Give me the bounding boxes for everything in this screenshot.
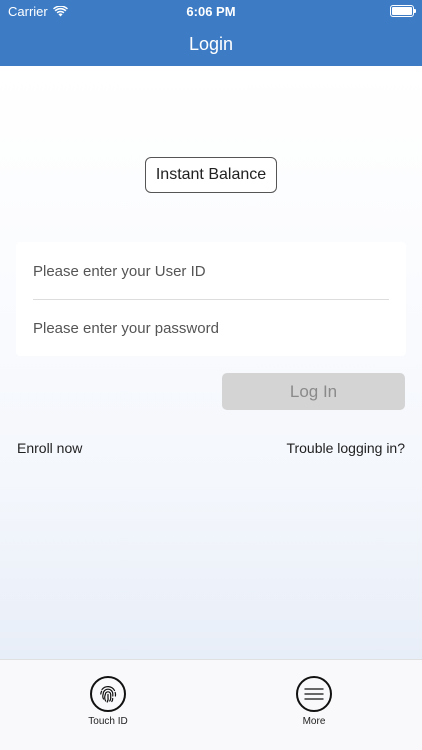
tab-more[interactable]: More [274,676,354,727]
form-divider [33,299,389,300]
tab-more-label: More [302,716,326,727]
login-button[interactable]: Log In [222,373,405,410]
user-id-input[interactable] [33,251,389,291]
password-input[interactable] [33,308,389,348]
trouble-logging-in-link[interactable]: Trouble logging in? [286,440,405,456]
instant-balance-button[interactable]: Instant Balance [145,157,277,193]
nav-header: Carrier 6:06 PM Login [0,0,422,66]
bottom-tab-bar: Touch ID More [0,659,422,750]
menu-icon [296,676,332,712]
tab-touch-id[interactable]: Touch ID [68,676,148,727]
battery-icon [390,5,416,17]
login-content: Instant Balance Log In Enroll now Troubl… [0,66,422,659]
fingerprint-icon [90,676,126,712]
tab-touch-id-label: Touch ID [88,716,128,727]
login-form [16,242,406,356]
status-time: 6:06 PM [186,4,236,19]
enroll-now-link[interactable]: Enroll now [17,440,82,456]
status-bar: Carrier 6:06 PM [0,0,422,22]
page-title: Login [188,34,234,54]
